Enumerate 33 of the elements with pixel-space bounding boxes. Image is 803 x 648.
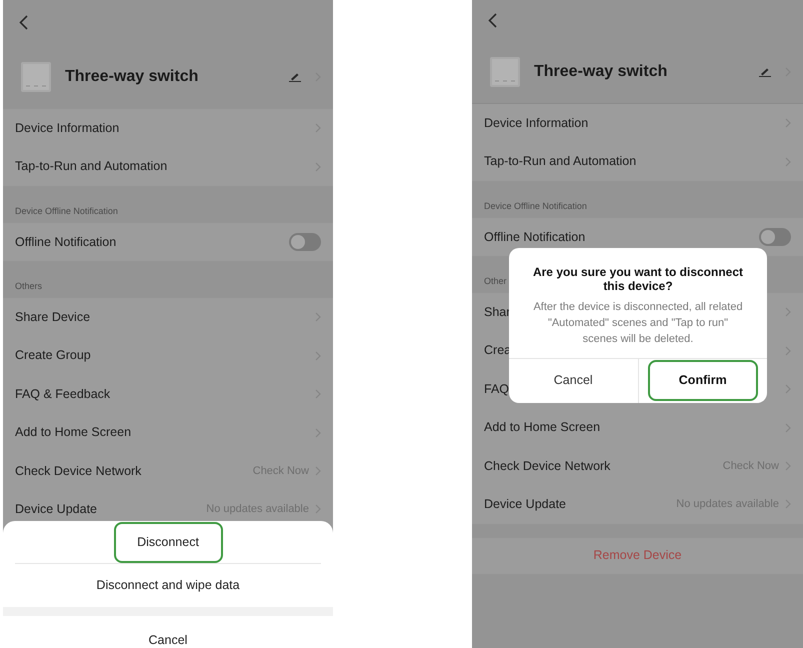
setting-label[interactable]: Check Device Network <box>484 456 610 476</box>
setting-label[interactable]: Add to Home Screen <box>15 423 132 442</box>
setting-label[interactable]: Offline Notification <box>484 228 586 246</box>
device-name: Three-way switch <box>534 62 668 82</box>
switch-icon <box>21 62 51 92</box>
setting-label[interactable]: Shar <box>484 302 510 322</box>
device-name: Three-way switch <box>65 67 200 87</box>
setting-label[interactable]: Device Update <box>484 494 566 514</box>
dialog-message: After the device is disconnected, all related "Automated" scenes and "Tap to run" scenes will be deleted. <box>532 300 744 347</box>
cancel-button[interactable]: Cancel <box>518 360 628 402</box>
setting-label[interactable]: Share Device <box>15 308 90 327</box>
setting-label[interactable]: Device Information <box>484 114 588 133</box>
setting-label[interactable]: Device Update <box>15 500 97 519</box>
setting-label[interactable]: FAQ <box>484 380 510 399</box>
setting-label[interactable]: Device Information <box>15 118 120 138</box>
confirm-button[interactable]: Confirm <box>648 360 758 402</box>
setting-label[interactable]: FAQ & Feedback <box>15 384 110 404</box>
setting-label[interactable]: Create Group <box>15 346 91 366</box>
switch-icon <box>490 56 520 86</box>
sheet-option-button[interactable]: Disconnect <box>114 522 222 562</box>
setting-label[interactable]: Check Device Network <box>15 462 142 480</box>
setting-label[interactable]: Tap-to-Run and Automation <box>484 152 636 171</box>
toggle-switch[interactable] <box>289 232 321 251</box>
setting-label[interactable]: Offline Notification <box>15 232 116 252</box>
toggle-switch[interactable] <box>759 228 791 246</box>
sheet-option-button[interactable]: Disconnect and wipe data <box>94 565 242 606</box>
setting-label[interactable]: Add to Home Screen <box>484 418 600 437</box>
pencil-icon[interactable] <box>289 72 301 82</box>
pencil-icon[interactable] <box>759 66 771 76</box>
back-icon[interactable] <box>19 15 28 30</box>
cancel-button[interactable]: Cancel <box>146 629 190 648</box>
back-icon[interactable] <box>488 12 497 28</box>
setting-label[interactable]: Tap-to-Run and Automation <box>15 157 168 176</box>
